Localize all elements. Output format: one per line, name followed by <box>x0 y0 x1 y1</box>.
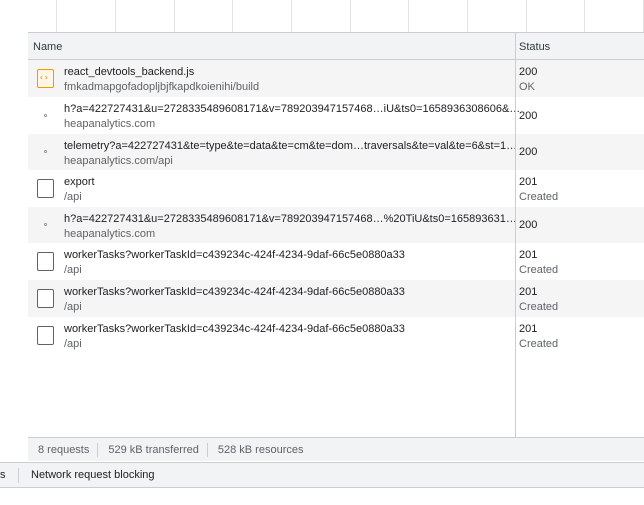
resources-size: 528 kB resources <box>217 443 304 456</box>
request-row[interactable]: workerTasks?workerTaskId=c439234c-424f-4… <box>28 243 644 280</box>
request-path: heapanalytics.com/api <box>64 155 173 167</box>
other-resource-icon <box>44 223 47 226</box>
column-divider[interactable] <box>515 33 516 437</box>
status-code: 201 <box>519 286 538 298</box>
request-path: /api <box>64 264 82 276</box>
request-name[interactable]: workerTasks?workerTaskId=c439234c-424f-4… <box>64 249 405 261</box>
status-code: 200 <box>519 66 538 78</box>
request-row[interactable]: export/api 201 Created <box>28 170 644 207</box>
request-path: /api <box>64 338 82 350</box>
drawer-tabbar: s Network request blocking <box>0 462 644 488</box>
request-row[interactable]: workerTasks?workerTaskId=c439234c-424f-4… <box>28 280 644 317</box>
request-name[interactable]: react_devtools_backend.js <box>64 66 194 78</box>
status-code: 201 <box>519 249 538 261</box>
document-icon <box>37 326 54 345</box>
request-path: /api <box>64 191 82 203</box>
request-row[interactable]: telemetry?a=422727431&te=type&te=data&te… <box>28 134 644 170</box>
drawer-tab-partial[interactable]: s <box>0 469 6 481</box>
request-row[interactable]: h?a=422727431&u=2728335489608171&v=78920… <box>28 207 644 243</box>
status-code: 200 <box>519 110 538 122</box>
status-code: 201 <box>519 323 538 335</box>
request-name[interactable]: workerTasks?workerTaskId=c439234c-424f-4… <box>64 286 405 298</box>
status-text: Created <box>519 191 559 203</box>
request-name[interactable]: h?a=422727431&u=2728335489608171&v=78920… <box>64 103 520 115</box>
column-header-status[interactable]: Status <box>519 41 550 53</box>
other-resource-icon <box>44 150 47 153</box>
status-text: Created <box>519 338 559 350</box>
tab-network-request-blocking[interactable]: Network request blocking <box>31 469 155 481</box>
request-name[interactable]: telemetry?a=422727431&te=type&te=data&te… <box>64 140 517 152</box>
other-resource-icon <box>44 114 47 117</box>
transferred-size: 529 kB transferred <box>98 442 208 457</box>
status-text: Created <box>519 264 559 276</box>
status-code: 201 <box>519 176 538 188</box>
status-text: OK <box>519 81 535 93</box>
document-icon <box>37 289 54 308</box>
request-path: /api <box>64 301 82 313</box>
tab-divider <box>18 468 19 483</box>
request-name[interactable]: workerTasks?workerTaskId=c439234c-424f-4… <box>64 323 405 335</box>
network-panel: Name Status ‹› react_devtools_backend.jsf… <box>28 0 644 462</box>
table-header: Name Status <box>28 33 644 60</box>
status-code: 200 <box>519 219 538 231</box>
request-row[interactable]: ‹› react_devtools_backend.js fmkadmapgofad… <box>28 60 644 97</box>
request-name[interactable]: export <box>64 176 95 188</box>
request-path: heapanalytics.com <box>64 228 156 240</box>
request-list: ‹› react_devtools_backend.js fmkadmapgofad… <box>28 60 644 354</box>
status-code: 200 <box>519 146 538 158</box>
request-row[interactable]: workerTasks?workerTaskId=c439234c-424f-4… <box>28 317 644 354</box>
status-text: Created <box>519 301 559 313</box>
request-row[interactable]: h?a=422727431&u=2728335489608171&v=78920… <box>28 97 644 134</box>
left-panel-edge <box>0 0 29 444</box>
document-icon <box>37 252 54 271</box>
request-path: fmkadmapgofadopljbjfkapdkoienihi/build <box>64 81 260 93</box>
summary-bar: 8 requests 529 kB transferred 528 kB res… <box>28 437 644 461</box>
column-header-name[interactable]: Name <box>33 41 62 53</box>
timeline-overview[interactable] <box>28 0 644 33</box>
request-count: 8 requests <box>28 442 99 457</box>
request-name[interactable]: h?a=422727431&u=2728335489608171&v=78920… <box>64 213 517 225</box>
request-path: heapanalytics.com <box>64 118 156 130</box>
script-file-icon: ‹› <box>37 69 54 88</box>
document-icon <box>37 179 54 198</box>
